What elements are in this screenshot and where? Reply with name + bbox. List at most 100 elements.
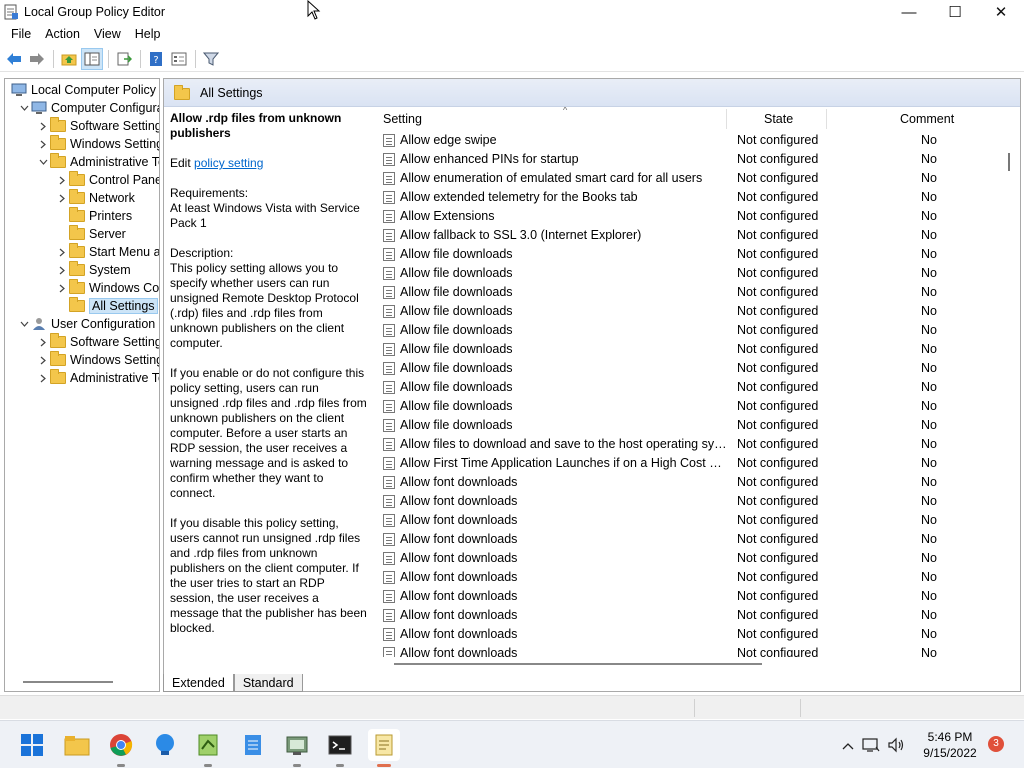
properties-icon[interactable] bbox=[168, 48, 190, 70]
chevron-right-icon[interactable] bbox=[36, 369, 50, 387]
column-header-state[interactable]: State bbox=[764, 107, 793, 131]
table-row[interactable]: Allow First Time Application Launches if… bbox=[369, 454, 989, 473]
table-row[interactable]: Allow font downloads Not configured No bbox=[369, 549, 989, 568]
chevron-right-icon[interactable] bbox=[55, 171, 69, 189]
tree-item[interactable]: Software Settings bbox=[36, 333, 159, 351]
menu-file[interactable]: File bbox=[4, 24, 38, 44]
table-row[interactable]: Allow font downloads Not configured No bbox=[369, 530, 989, 549]
chevron-down-icon[interactable] bbox=[17, 99, 31, 117]
table-row[interactable]: Allow enhanced PINs for startup Not confi… bbox=[369, 150, 989, 169]
tree-item[interactable]: Computer Configura bbox=[17, 99, 159, 117]
table-row[interactable]: Allow font downloads Not configured No bbox=[369, 644, 989, 657]
chevron-up-icon[interactable] bbox=[838, 738, 858, 753]
table-row[interactable]: Allow enumeration of emulated smart card… bbox=[369, 169, 989, 188]
table-row[interactable]: Allow files to download and save to the … bbox=[369, 435, 989, 454]
export-list-icon[interactable] bbox=[113, 48, 135, 70]
tree-item[interactable]: Start Menu ar bbox=[55, 243, 159, 261]
chrome-icon[interactable] bbox=[105, 729, 137, 767]
chevron-right-icon[interactable] bbox=[55, 243, 69, 261]
table-row[interactable]: Allow fallback to SSL 3.0 (Internet Expl… bbox=[369, 226, 989, 245]
tree-item[interactable]: Network bbox=[55, 189, 135, 207]
menu-view[interactable]: View bbox=[87, 24, 128, 44]
table-row[interactable]: Allow file downloads Not configured No bbox=[369, 245, 989, 264]
table-row[interactable]: Allow font downloads Not configured No bbox=[369, 473, 989, 492]
table-row[interactable]: Allow font downloads Not configured No bbox=[369, 625, 989, 644]
file-explorer-icon[interactable] bbox=[61, 729, 93, 761]
vertical-scroll-thumb[interactable] bbox=[1008, 153, 1010, 171]
filter-icon[interactable] bbox=[200, 48, 222, 70]
chevron-right-icon[interactable] bbox=[36, 117, 50, 135]
maximize-button[interactable]: ☐ bbox=[932, 0, 978, 24]
menu-help[interactable]: Help bbox=[128, 24, 168, 44]
table-row[interactable]: Allow font downloads Not configured No bbox=[369, 587, 989, 606]
network-icon[interactable] bbox=[858, 737, 884, 753]
table-row[interactable]: Allow font downloads Not configured No bbox=[369, 568, 989, 587]
group-policy-icon[interactable] bbox=[368, 729, 400, 767]
start-icon[interactable] bbox=[16, 729, 48, 761]
console-tree[interactable]: Local Computer Policy Computer Configura S… bbox=[4, 78, 160, 692]
table-row[interactable]: Allow file downloads Not configured No bbox=[369, 283, 989, 302]
notepad-icon[interactable] bbox=[237, 729, 269, 761]
close-button[interactable]: ✕ bbox=[978, 0, 1024, 24]
table-row[interactable]: Allow file downloads Not configured No bbox=[369, 264, 989, 283]
mmc-icon[interactable] bbox=[281, 729, 313, 767]
notification-badge[interactable]: 3 bbox=[988, 736, 1004, 752]
tree-item[interactable]: Windows Setting bbox=[36, 135, 159, 153]
help-icon[interactable]: ? bbox=[145, 48, 167, 70]
minimize-button[interactable]: — bbox=[886, 0, 932, 24]
tree-item[interactable]: Software Settings bbox=[36, 117, 159, 135]
table-row[interactable]: Allow file downloads Not configured No bbox=[369, 378, 989, 397]
show-hide-tree-icon[interactable] bbox=[81, 47, 103, 70]
column-header-setting[interactable]: Setting ^ bbox=[383, 107, 567, 131]
table-row[interactable]: Allow file downloads Not configured No bbox=[369, 321, 989, 340]
table-row[interactable]: Allow extended telemetry for the Books t… bbox=[369, 188, 989, 207]
table-row[interactable]: Allow font downloads Not configured No bbox=[369, 606, 989, 625]
tips-icon[interactable] bbox=[149, 729, 181, 761]
edit-policy-setting-link[interactable]: policy setting bbox=[194, 156, 263, 170]
volume-icon[interactable] bbox=[884, 737, 908, 753]
tree-item[interactable]: Windows Setting bbox=[36, 351, 159, 369]
tree-item[interactable]: Printers bbox=[55, 207, 132, 225]
column-separator[interactable] bbox=[826, 109, 827, 129]
forward-arrow-icon[interactable] bbox=[26, 48, 48, 70]
table-row[interactable]: Allow file downloads Not configured No bbox=[369, 359, 989, 378]
notepad-plus-icon[interactable] bbox=[192, 729, 224, 767]
tree-item[interactable]: Administrative Te bbox=[36, 153, 159, 171]
tree-item[interactable]: Administrative Te bbox=[36, 369, 159, 387]
chevron-right-icon[interactable] bbox=[36, 351, 50, 369]
tree-item[interactable]: System bbox=[55, 261, 131, 279]
horizontal-scroll-thumb[interactable] bbox=[394, 663, 762, 665]
clock[interactable]: 5:46 PM 9/15/2022 bbox=[916, 729, 984, 761]
table-row[interactable]: Allow file downloads Not configured No bbox=[369, 302, 989, 321]
tab-standard[interactable]: Standard bbox=[233, 674, 303, 692]
table-row[interactable]: Allow edge swipe Not configured No bbox=[369, 131, 989, 150]
tree-item[interactable]: User Configuration bbox=[17, 315, 155, 333]
back-arrow-icon[interactable] bbox=[3, 48, 25, 70]
tree-item[interactable]: Control Panel bbox=[55, 171, 159, 189]
settings-list[interactable]: Setting ^ State Comment Allow edge swipe N… bbox=[369, 107, 1020, 657]
tree-item[interactable]: Windows Cor bbox=[55, 279, 159, 297]
tree-item[interactable]: Server bbox=[55, 225, 126, 243]
chevron-right-icon[interactable] bbox=[55, 261, 69, 279]
column-header-comment[interactable]: Comment bbox=[900, 107, 954, 131]
chevron-right-icon[interactable] bbox=[36, 333, 50, 351]
table-row[interactable]: Allow file downloads Not configured No bbox=[369, 340, 989, 359]
table-row[interactable]: Allow font downloads Not configured No bbox=[369, 492, 989, 511]
menu-action[interactable]: Action bbox=[38, 24, 87, 44]
column-separator[interactable] bbox=[726, 109, 727, 129]
tree-item[interactable]: Local Computer Policy bbox=[9, 81, 156, 99]
up-folder-icon[interactable] bbox=[58, 48, 80, 70]
table-row[interactable]: Allow Extensions Not configured No bbox=[369, 207, 989, 226]
chevron-down-icon[interactable] bbox=[36, 153, 50, 171]
chevron-down-icon[interactable] bbox=[17, 315, 31, 333]
tab-extended[interactable]: Extended bbox=[163, 674, 234, 692]
terminal-icon[interactable] bbox=[324, 729, 356, 767]
tree-item[interactable]: All Settings bbox=[55, 297, 158, 315]
chevron-right-icon[interactable] bbox=[36, 135, 50, 153]
table-row[interactable]: Allow file downloads Not configured No bbox=[369, 416, 989, 435]
chevron-right-icon[interactable] bbox=[55, 279, 69, 297]
table-row[interactable]: Allow file downloads Not configured No bbox=[369, 397, 989, 416]
chevron-right-icon[interactable] bbox=[55, 189, 69, 207]
table-row[interactable]: Allow font downloads Not configured No bbox=[369, 511, 989, 530]
tree-horizontal-scroll-thumb[interactable] bbox=[23, 681, 113, 683]
